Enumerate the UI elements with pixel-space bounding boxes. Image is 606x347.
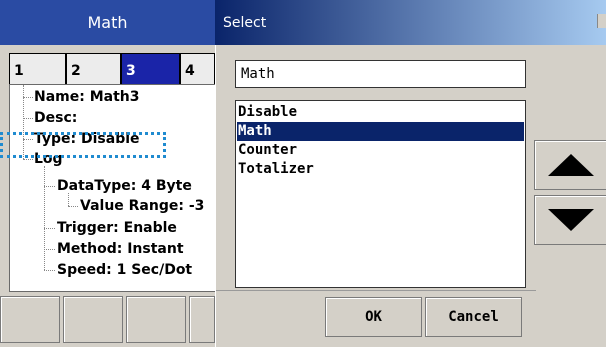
ok-button[interactable]: OK xyxy=(325,297,422,337)
soft-button-3[interactable] xyxy=(126,296,186,343)
tab-3[interactable]: 3 xyxy=(121,53,180,85)
list-item[interactable]: Disable xyxy=(237,103,524,122)
focus-outline xyxy=(0,132,166,158)
tree-item-desc[interactable]: Desc: xyxy=(34,110,77,126)
list-item[interactable]: Counter xyxy=(237,141,524,160)
dialog-content: Math Disable Math Counter Totalizer OK C… xyxy=(215,45,606,347)
close-icon[interactable] xyxy=(597,14,606,28)
triangle-up-icon xyxy=(548,154,594,176)
panel-title: Math xyxy=(0,0,215,45)
tree-item-method[interactable]: Method: Instant xyxy=(57,241,184,257)
triangle-down-icon xyxy=(548,209,594,231)
tree-item-name[interactable]: Name: Math3 xyxy=(34,89,140,105)
tree-line xyxy=(68,193,69,206)
selection-input[interactable]: Math xyxy=(235,60,526,88)
left-button-row xyxy=(0,296,215,347)
dialog-title: Select xyxy=(215,0,606,45)
divider xyxy=(216,290,536,291)
soft-button-4[interactable] xyxy=(189,296,215,343)
list-item-selected[interactable]: Math xyxy=(237,122,524,141)
tree-line xyxy=(44,166,45,270)
tree-line xyxy=(23,97,33,98)
tree-item-speed[interactable]: Speed: 1 Sec/Dot xyxy=(57,262,192,278)
cancel-button[interactable]: Cancel xyxy=(425,297,522,337)
tree-line xyxy=(44,228,55,229)
soft-button-1[interactable] xyxy=(0,296,60,343)
tree-item-trigger[interactable]: Trigger: Enable xyxy=(57,220,177,236)
tree-line xyxy=(23,159,33,160)
left-panel: Math 1 2 3 4 Name: Math3 Desc: Type: Dis… xyxy=(0,0,215,347)
list-item[interactable]: Totalizer xyxy=(237,160,524,179)
scroll-up-button[interactable] xyxy=(534,140,606,190)
tree-line xyxy=(44,270,55,271)
tree-item-value-range[interactable]: Value Range: -3 xyxy=(80,198,204,214)
tree-line xyxy=(68,206,78,207)
tab-2[interactable]: 2 xyxy=(66,53,121,85)
select-dialog: Select Math Disable Math Counter Totaliz… xyxy=(215,0,606,347)
tab-strip: 1 2 3 4 xyxy=(9,53,215,85)
tree-line xyxy=(44,186,55,187)
tree-item-datatype[interactable]: DataType: 4 Byte xyxy=(57,178,192,194)
scroll-down-button[interactable] xyxy=(534,195,606,245)
property-tree: Name: Math3 Desc: Type: Disable Log Data… xyxy=(9,84,215,292)
tree-line xyxy=(23,118,33,119)
dialog-title-text: Select xyxy=(223,14,267,31)
options-list[interactable]: Disable Math Counter Totalizer xyxy=(235,100,526,288)
tab-4[interactable]: 4 xyxy=(180,53,215,85)
tree-line xyxy=(44,249,55,250)
tab-1[interactable]: 1 xyxy=(9,53,66,85)
soft-button-2[interactable] xyxy=(63,296,123,343)
